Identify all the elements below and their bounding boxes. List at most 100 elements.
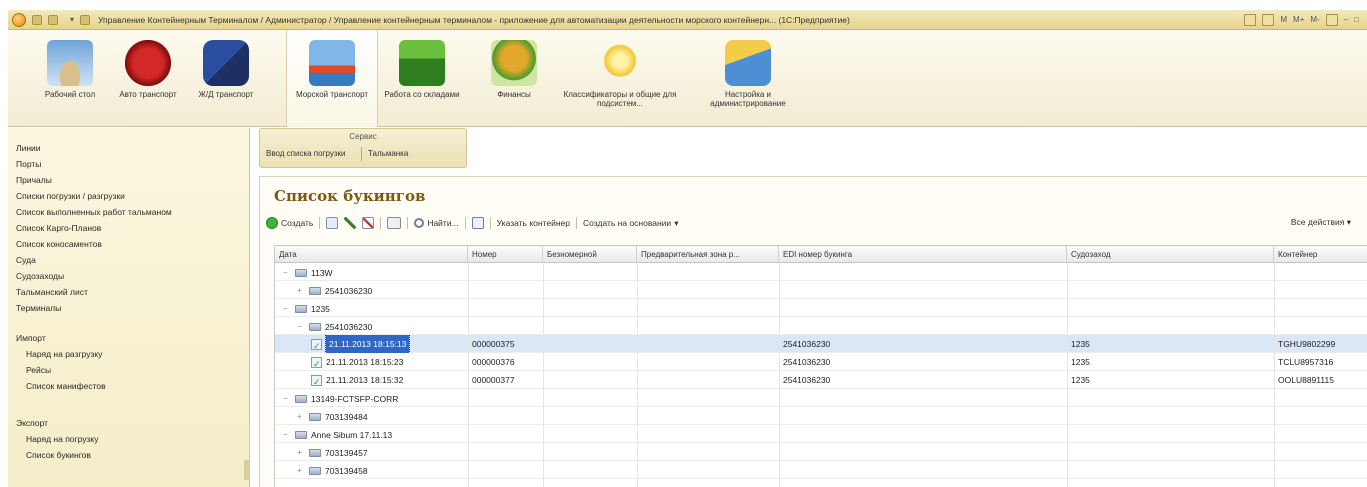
section-auto-transport[interactable]: Авто транспорт xyxy=(110,38,186,99)
section-settings[interactable]: Настройка и администрирование xyxy=(698,38,798,108)
date-cell[interactable]: +703139458 xyxy=(275,461,468,479)
section-classifiers[interactable]: Классификаторы и общие для подсистем... xyxy=(560,38,680,108)
table-row[interactable]: +703139457 xyxy=(275,443,1367,461)
memory-minus-button[interactable]: M- xyxy=(1310,15,1319,24)
container-cell[interactable]: TGHU9802299 xyxy=(1274,335,1367,353)
section-desktop[interactable]: Рабочий стол xyxy=(32,38,108,99)
period-button[interactable] xyxy=(387,217,402,229)
table-row[interactable]: 21.11.2013 18:15:23 000000376 254103623012… xyxy=(275,353,1367,371)
quick-access-dropdown-icon[interactable]: ▾ xyxy=(70,15,74,24)
table-row[interactable]: − 13149-FCTSFP-CORR xyxy=(275,389,1367,407)
column-numberless[interactable]: Безномерной xyxy=(543,246,637,263)
nav-scrollbar[interactable] xyxy=(244,460,250,480)
home-icon[interactable] xyxy=(80,14,91,25)
expand-icon[interactable]: + xyxy=(297,444,305,461)
column-edi-booking[interactable]: EDI номер букинга xyxy=(779,246,1067,263)
forward-icon[interactable] xyxy=(48,14,58,25)
table-row[interactable]: +703139458 xyxy=(275,461,1367,479)
column-container[interactable]: Контейнер xyxy=(1274,246,1367,263)
specify-container-button[interactable]: Указать контейнер xyxy=(497,218,570,228)
date-cell[interactable]: − Anne Sibum 17.11.13 xyxy=(275,425,468,443)
column-number[interactable]: Номер xyxy=(468,246,543,263)
service-load-list-entry[interactable]: Ввод списка погрузки xyxy=(266,149,346,158)
nav-item-tally-works[interactable]: Список выполненных работ тальманом xyxy=(16,207,172,217)
date-cell[interactable]: − 2541036230 xyxy=(275,317,468,335)
table-row[interactable]: − 113W xyxy=(275,263,1367,281)
minimize-button[interactable]: ‒ xyxy=(1344,15,1348,24)
nav-item-cargo-plans[interactable]: Список Карго-Планов xyxy=(16,223,101,233)
collapse-icon[interactable]: − xyxy=(283,390,291,407)
info-icon[interactable] xyxy=(1325,13,1338,26)
vessel-call-cell[interactable]: 1235 xyxy=(1067,353,1274,371)
delete-button[interactable] xyxy=(362,217,375,229)
edit-button[interactable] xyxy=(344,217,357,229)
date-cell[interactable]: − 113W xyxy=(275,263,468,281)
expand-icon[interactable]: + xyxy=(297,408,305,425)
nav-item-terminals[interactable]: Терминалы xyxy=(16,303,61,313)
nav-item-unload-order[interactable]: Наряд на разгрузку xyxy=(26,349,102,359)
collapse-icon[interactable]: − xyxy=(283,426,291,443)
edi-booking-cell[interactable]: 2541036230 xyxy=(779,353,1067,371)
back-icon[interactable] xyxy=(32,14,42,25)
calendar-icon[interactable] xyxy=(1244,13,1257,26)
date-cell[interactable]: − 1235 xyxy=(275,299,468,317)
collapse-icon[interactable]: − xyxy=(283,264,291,281)
table-row[interactable]: 21.11.2013 18:15:13 000000375 254103623012… xyxy=(275,335,1367,353)
date-cell[interactable]: 21.11.2013 18:15:23 xyxy=(275,353,468,371)
section-rail-transport[interactable]: Ж/Д транспорт xyxy=(188,38,264,99)
create-based-on-button[interactable]: Создать на основании ▾ xyxy=(583,218,678,229)
nav-item-manifests[interactable]: Список манифестов xyxy=(26,381,106,391)
nav-item-berths[interactable]: Причалы xyxy=(16,175,52,185)
number-cell[interactable]: 000000375 xyxy=(468,335,543,353)
nav-item-vessels[interactable]: Суда xyxy=(16,255,36,265)
date-cell[interactable]: +703139457 xyxy=(275,443,468,461)
table-row[interactable]: − 1235 xyxy=(275,299,1367,317)
column-pre-zone[interactable]: Предварительная зона р... xyxy=(637,246,779,263)
table-row[interactable]: − 2541036230 xyxy=(275,317,1367,335)
nav-item-load-lists[interactable]: Списки погрузки / разгрузки xyxy=(16,191,125,201)
calculator-icon[interactable] xyxy=(1262,13,1275,26)
edi-booking-cell[interactable]: 2541036230 xyxy=(779,371,1067,389)
app-logo-icon[interactable] xyxy=(12,12,26,27)
table-row[interactable]: − Anne Sibum 17.11.13 xyxy=(275,425,1367,443)
memory-m-button[interactable]: M xyxy=(1280,15,1287,24)
date-cell[interactable]: 21.11.2013 18:15:32 xyxy=(275,371,468,389)
container-cell[interactable]: TCLU8957316 xyxy=(1274,353,1367,371)
nav-item-lines[interactable]: Линии xyxy=(16,143,41,153)
copy-button[interactable] xyxy=(326,217,339,229)
date-cell[interactable]: − 13149-FCTSFP-CORR xyxy=(275,389,468,407)
service-tally[interactable]: Тальманка xyxy=(368,149,408,158)
date-cell[interactable]: 21.11.2013 18:15:13 xyxy=(275,335,468,353)
nav-item-ports[interactable]: Порты xyxy=(16,159,41,169)
table-row[interactable]: +2541036230 xyxy=(275,281,1367,299)
nav-item-voyages[interactable]: Рейсы xyxy=(26,365,51,375)
nav-item-bills-of-lading[interactable]: Список коносаментов xyxy=(16,239,102,249)
cancel-search-button[interactable] xyxy=(471,217,484,229)
column-date[interactable]: Дата xyxy=(275,246,468,263)
table-row[interactable]: 21.11.2013 18:15:32 000000377 254103623012… xyxy=(275,371,1367,389)
date-cell[interactable]: +703139484 xyxy=(275,407,468,425)
nav-item-tally-sheet[interactable]: Тальманский лист xyxy=(16,287,88,297)
section-finance[interactable]: Финансы xyxy=(476,38,552,99)
number-cell[interactable]: 000000377 xyxy=(468,371,543,389)
table-row[interactable]: +703139484 xyxy=(275,407,1367,425)
date-cell[interactable]: +2541036230 xyxy=(275,281,468,299)
nav-item-vessel-calls[interactable]: Судозаходы xyxy=(16,271,64,281)
section-sea-transport[interactable]: Морской транспорт xyxy=(286,30,378,127)
maximize-button[interactable]: □ xyxy=(1354,15,1359,24)
number-cell[interactable]: 000000376 xyxy=(468,353,543,371)
bookings-table[interactable]: Дата Номер Безномерной Предварительная з… xyxy=(274,245,1367,487)
create-button[interactable]: Создать xyxy=(266,217,313,229)
column-vessel-call[interactable]: Судозаход xyxy=(1067,246,1274,263)
vessel-call-cell[interactable]: 1235 xyxy=(1067,335,1274,353)
vessel-call-cell[interactable]: 1235 xyxy=(1067,371,1274,389)
section-warehouses[interactable]: Работа со складами xyxy=(384,38,460,99)
nav-item-load-order[interactable]: Наряд на погрузку xyxy=(26,434,98,444)
expand-icon[interactable]: + xyxy=(297,282,305,299)
find-button[interactable]: Найти... xyxy=(414,218,459,228)
expand-icon[interactable]: + xyxy=(297,462,305,479)
memory-plus-button[interactable]: M+ xyxy=(1293,15,1304,24)
nav-item-bookings[interactable]: Список букингов xyxy=(26,450,91,460)
collapse-icon[interactable]: − xyxy=(283,300,291,317)
collapse-icon[interactable]: − xyxy=(297,318,305,335)
